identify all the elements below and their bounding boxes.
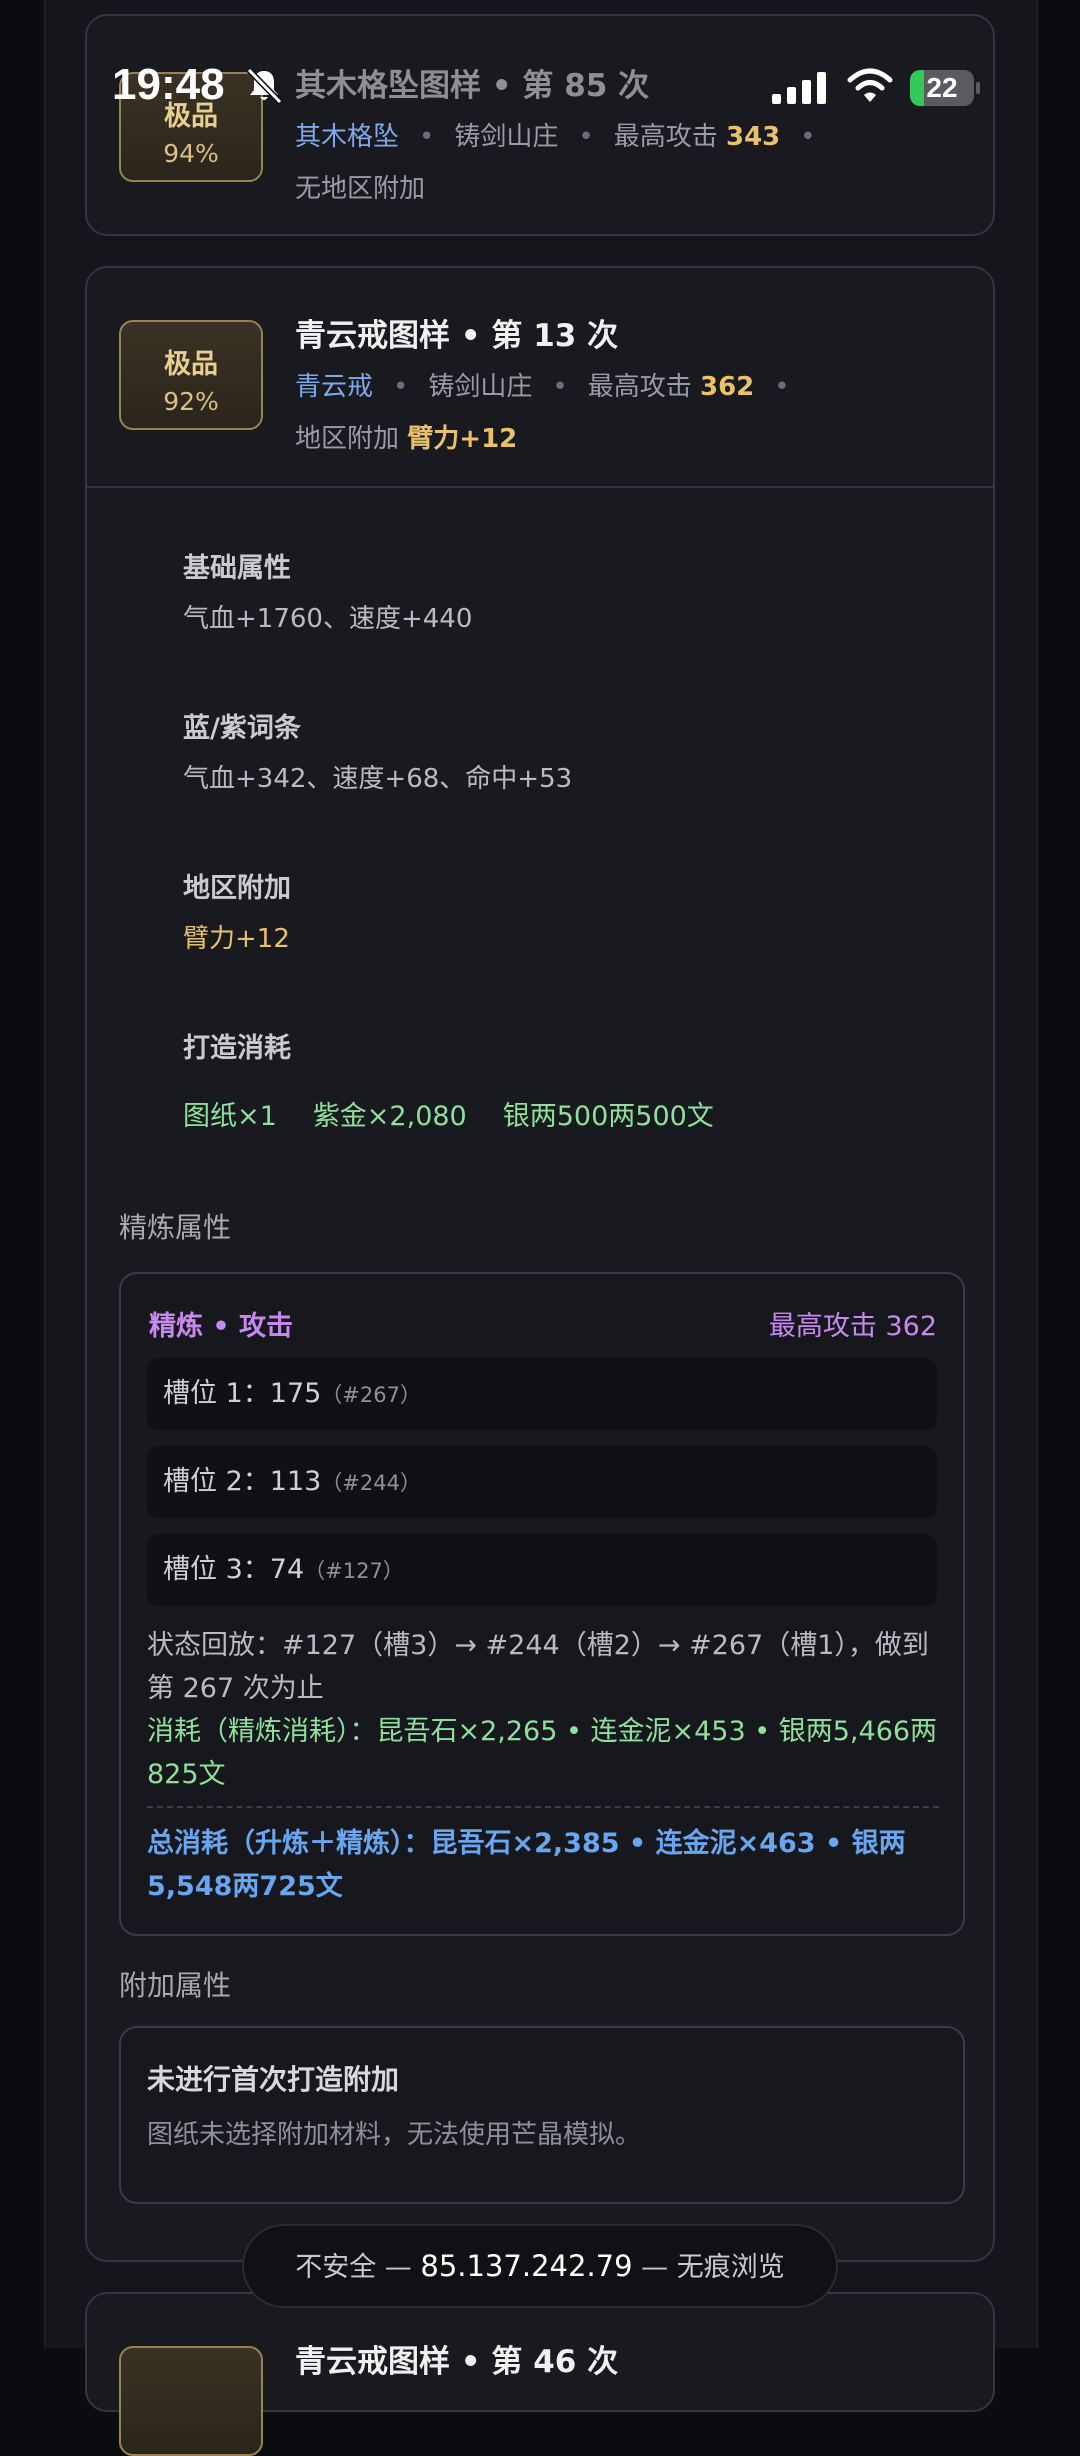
forge-card-next[interactable]: 青云戒图样 • 第 46 次 xyxy=(85,2292,995,2456)
refine-max: 最高攻击 362 xyxy=(768,1311,937,1342)
addon-title: 未进行首次打造附加 xyxy=(147,2063,400,2096)
affix-value: 气血+342、速度+68、命中+53 xyxy=(183,764,573,794)
card-meta: 青云戒 • 铸剑山庄 • 最高攻击 362 • xyxy=(295,372,790,402)
bell-muted-icon xyxy=(246,67,283,105)
forge-card-main[interactable]: 极品 92% 青云戒图样 • 第 13 次 青云戒 • 铸剑山庄 • 最高攻击 362 •… xyxy=(85,266,995,2262)
forge-cost-list: 图纸×1 紫金×2,080 银两500两500文 xyxy=(183,1094,750,1133)
base-attr-value: 气血+1760、速度+440 xyxy=(183,604,473,634)
grade-badge: 极品 92% xyxy=(119,320,263,430)
url-host: 85.137.242.79 xyxy=(420,2249,633,2283)
page-container: 极品 94% 其木格坠图样 • 第 85 次 其木格坠 • 铸剑山庄 • 最高攻击 34… xyxy=(44,0,1038,2456)
cost-zijin: 紫金×2,080 xyxy=(312,1101,467,1132)
refine-slot-3: 槽位 3：74（#127） xyxy=(147,1534,937,1606)
refine-slot-1: 槽位 1：175（#267） xyxy=(147,1358,937,1430)
forge-cost-title: 打造消耗 xyxy=(183,1033,291,1064)
refine-box: 精炼 • 攻击 最高攻击 362 槽位 1：175（#267） 槽位 2：113… xyxy=(119,1272,965,1936)
addon-desc: 图纸未选择附加材料，无法使用芒晶模拟。 xyxy=(147,2120,642,2150)
place-text: 铸剑山庄 xyxy=(428,372,533,402)
clock: 19:48 xyxy=(112,60,225,109)
state-replay-text: 状态回放：#127（槽3）→ #244（槽2）→ #267（槽1），做到第 26… xyxy=(147,1630,929,1704)
region-title: 地区附加 xyxy=(183,873,291,904)
slot-index: （#244） xyxy=(321,1471,421,1495)
refine-section-label: 精炼属性 xyxy=(119,1211,232,1244)
card-title: 青云戒图样 • 第 46 次 xyxy=(295,2344,619,2380)
slot-index: （#127） xyxy=(304,1559,404,1583)
slot-value: 槽位 1：175 xyxy=(163,1378,322,1409)
battery-icon: 22 xyxy=(910,70,980,106)
refine-consume-text: 消耗（精炼消耗）：昆吾石×2,265 • 连金泥×453 • 银两5,466两8… xyxy=(147,1716,938,1790)
slot-value: 槽位 3：74 xyxy=(163,1554,305,1585)
grade-label: 极品 xyxy=(164,349,218,380)
base-attr-title: 基础属性 xyxy=(183,553,291,584)
region-bonus-value: 臂力+12 xyxy=(407,424,518,454)
status-bar: 19:48 22 xyxy=(0,0,1080,170)
card-divider xyxy=(87,486,993,488)
max-atk-label: 最高攻击 xyxy=(587,372,692,402)
dashed-divider xyxy=(147,1806,939,1808)
wifi-icon xyxy=(847,68,893,102)
addon-section-label: 附加属性 xyxy=(119,1969,232,2002)
slot-index: （#267） xyxy=(321,1383,421,1407)
refine-header: 精炼 • 攻击 xyxy=(149,1311,294,1342)
addon-box: 未进行首次打造附加 图纸未选择附加材料，无法使用芒晶模拟。 xyxy=(119,2026,965,2204)
max-atk-value: 362 xyxy=(700,372,755,402)
bonus-line: 无地区附加 xyxy=(295,174,426,204)
item-link[interactable]: 青云戒 xyxy=(295,372,373,402)
grade-badge xyxy=(119,2346,263,2456)
url-bar[interactable]: 不安全 — 85.137.242.79 — 无痕浏览 xyxy=(242,2224,838,2308)
refine-slot-2: 槽位 2：113（#244） xyxy=(147,1446,937,1518)
cost-blueprint: 图纸×1 xyxy=(183,1101,277,1132)
region-bonus-label: 地区附加 xyxy=(295,424,400,454)
url-mode-label: — 无痕浏览 xyxy=(641,2252,785,2283)
cellular-signal-icon xyxy=(772,72,826,104)
slot-value: 槽位 2：113 xyxy=(163,1466,322,1497)
region-bonus-line: 地区附加 臂力+12 xyxy=(295,418,517,455)
battery-level: 22 xyxy=(926,72,958,103)
card-title: 青云戒图样 • 第 13 次 xyxy=(295,318,619,354)
grade-percent: 92% xyxy=(163,387,219,416)
affix-title: 蓝/紫词条 xyxy=(183,713,301,744)
region-value: 臂力+12 xyxy=(183,924,290,954)
cost-silver: 银两500两500文 xyxy=(502,1101,714,1132)
total-consume-text: 总消耗（升炼＋精炼）：昆吾石×2,385 • 连金泥×463 • 银两5,548… xyxy=(147,1828,906,1902)
url-security-label: 不安全 — xyxy=(295,2252,412,2283)
